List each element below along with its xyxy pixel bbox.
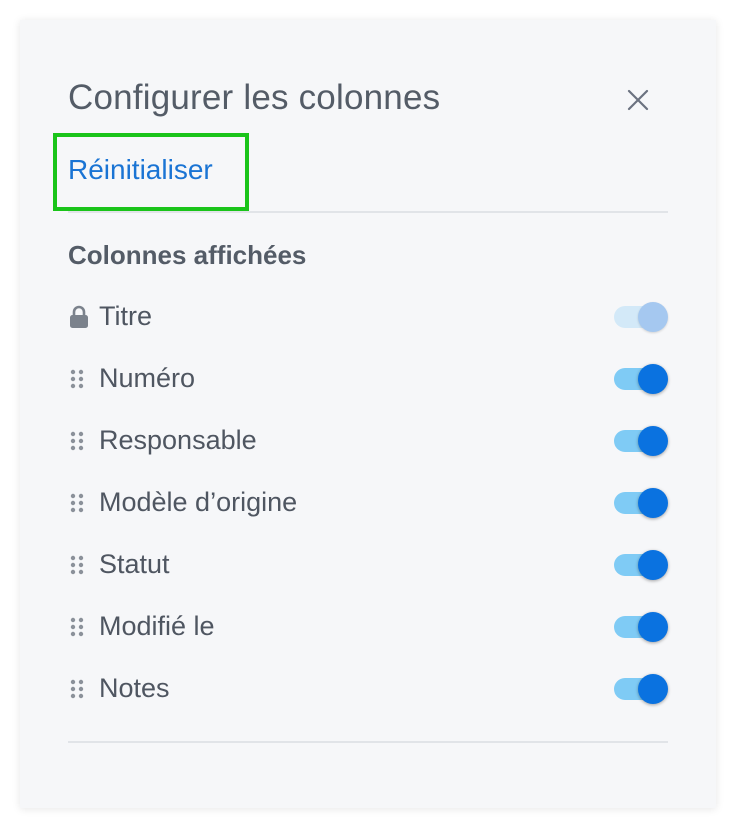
column-row-titre: Titre <box>68 297 668 337</box>
column-row-numero[interactable]: Numéro <box>68 359 668 399</box>
toggle-responsable[interactable] <box>614 425 668 457</box>
column-label: Numéro <box>99 363 196 393</box>
drag-handle-icon[interactable] <box>68 429 88 453</box>
column-label: Notes <box>99 673 170 703</box>
toggle-knob <box>638 550 668 580</box>
drag-handle-icon[interactable] <box>68 553 88 577</box>
dialog-title: Configurer les colonnes <box>68 78 441 117</box>
drag-handle-icon[interactable] <box>68 491 88 515</box>
reset-link[interactable]: Réinitialiser <box>68 156 213 184</box>
drag-handle-icon[interactable] <box>68 677 88 701</box>
column-label: Statut <box>99 549 170 579</box>
column-row-modifie-le[interactable]: Modifié le <box>68 607 668 647</box>
section-title: Colonnes affichées <box>68 240 307 270</box>
toggle-knob <box>638 488 668 518</box>
column-row-modele-origine[interactable]: Modèle d’origine <box>68 483 668 523</box>
header-divider <box>68 211 668 213</box>
toggle-modele-origine[interactable] <box>614 487 668 519</box>
column-row-statut[interactable]: Statut <box>68 545 668 585</box>
toggle-statut[interactable] <box>614 549 668 581</box>
toggle-knob <box>638 674 668 704</box>
drag-handle-icon[interactable] <box>68 615 88 639</box>
lock-icon <box>68 305 88 329</box>
toggle-numero[interactable] <box>614 363 668 395</box>
toggle-knob <box>638 364 668 394</box>
column-row-responsable[interactable]: Responsable <box>68 421 668 461</box>
toggle-knob <box>638 612 668 642</box>
column-row-notes[interactable]: Notes <box>68 669 668 709</box>
toggle-notes[interactable] <box>614 673 668 705</box>
column-label: Responsable <box>99 425 257 455</box>
configure-columns-dialog: Configurer les colonnes Réinitialiser Co… <box>20 20 716 808</box>
column-label: Modèle d’origine <box>99 487 298 517</box>
toggle-knob <box>638 302 668 332</box>
close-icon <box>624 86 652 114</box>
drag-handle-icon[interactable] <box>68 367 88 391</box>
close-button[interactable] <box>624 86 652 114</box>
toggle-knob <box>638 426 668 456</box>
toggle-modifie-le[interactable] <box>614 611 668 643</box>
column-label: Modifié le <box>99 611 215 641</box>
column-label: Titre <box>99 301 152 331</box>
footer-divider <box>68 741 668 743</box>
toggle-titre[interactable] <box>614 301 668 333</box>
